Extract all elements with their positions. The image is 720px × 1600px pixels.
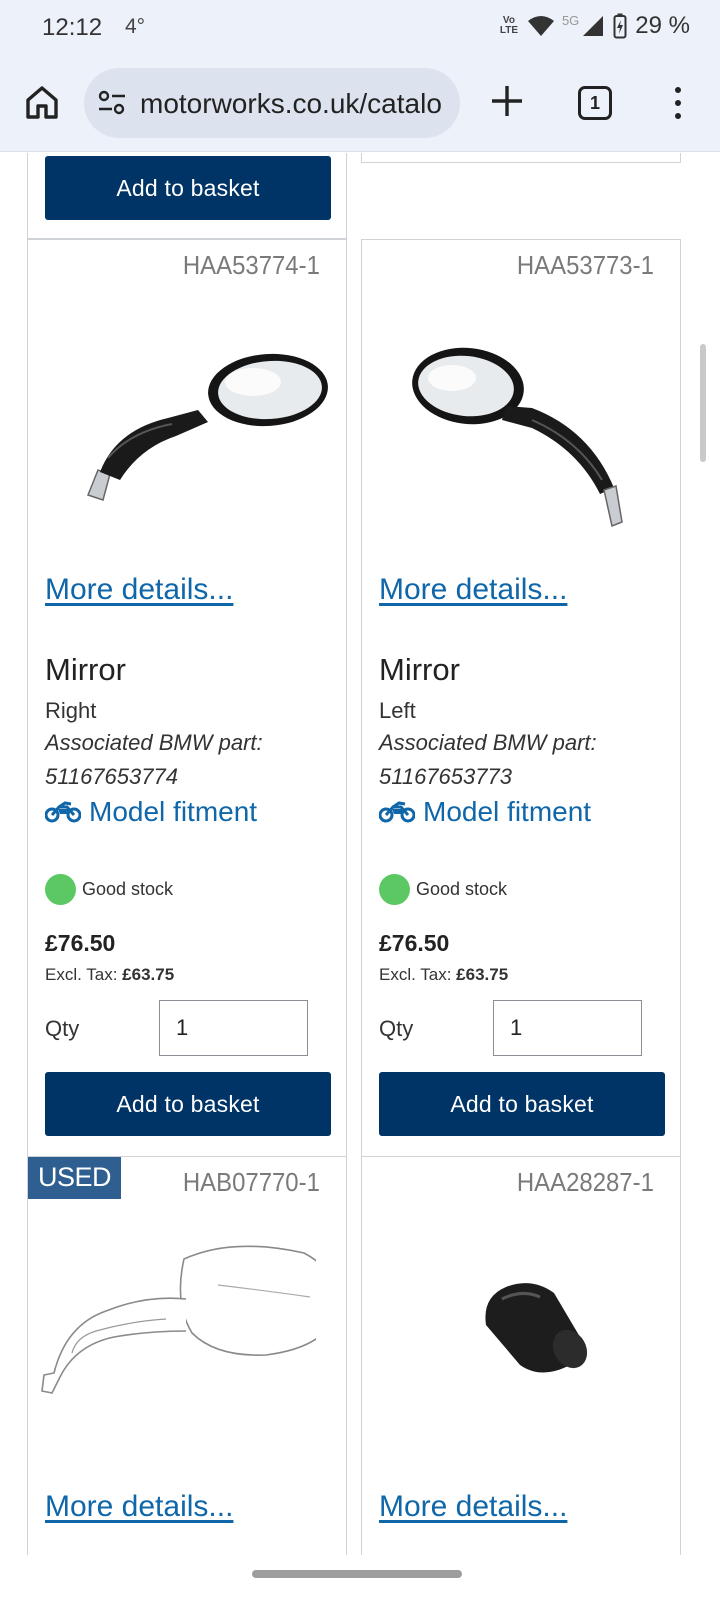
site-settings-icon[interactable]	[98, 90, 126, 116]
product-price: £76.50	[45, 930, 116, 956]
battery-percent: 29 %	[635, 12, 690, 39]
battery-icon	[613, 13, 627, 39]
stock-label: Good stock	[416, 879, 508, 899]
price-excl-tax: Excl. Tax: £63.75	[379, 965, 508, 985]
product-image-mirror-right[interactable]	[48, 290, 328, 530]
5g-label: 5G	[561, 12, 580, 28]
browser-toolbar: motorworks.co.uk/catalo 1	[0, 56, 720, 152]
excl-tax-value: £63.75	[122, 965, 175, 984]
product-image-mirror-left[interactable]	[382, 290, 662, 530]
more-details-link[interactable]: More details...	[379, 573, 567, 607]
product-grid: Add to basket HAA53774-1 More details...…	[0, 153, 720, 1555]
used-badge: USED	[28, 1157, 122, 1199]
associated-part: Associated BMW part: 51167653773	[379, 726, 597, 794]
more-details-link[interactable]: More details...	[45, 573, 233, 607]
status-icons: Vo LTE 5G 29 %	[498, 12, 690, 40]
associated-part-label: Associated BMW part:	[379, 730, 597, 755]
product-image-rubber-cap[interactable]	[382, 1207, 662, 1447]
signal-icon	[583, 16, 604, 36]
product-sku: HAA53774-1	[183, 250, 320, 280]
stock-indicator-icon	[45, 874, 76, 905]
qty-label: Qty	[379, 1016, 414, 1041]
home-gesture-handle[interactable]	[252, 1570, 462, 1578]
excl-tax-label: Excl. Tax:	[379, 965, 452, 984]
product-price: £76.50	[379, 930, 450, 956]
product-sku: HAA28287-1	[517, 1167, 654, 1197]
stock-status: Good stock	[45, 874, 173, 905]
product-image-mirror-sketch[interactable]	[36, 1207, 316, 1447]
quantity-input[interactable]: 1	[493, 1000, 642, 1056]
quantity-input[interactable]: 1	[159, 1000, 308, 1056]
model-fitment-label: Model fitment	[89, 796, 258, 827]
model-fitment-link[interactable]: Model fitment	[379, 796, 591, 828]
model-fitment-label: Model fitment	[423, 796, 592, 827]
product-title: Mirror	[45, 652, 126, 687]
associated-part-number: 51167653774	[45, 764, 178, 789]
product-card: HAA53774-1 More details... Mirror Right …	[27, 239, 347, 1157]
stock-label: Good stock	[82, 879, 174, 899]
status-bar: 12:12 4° Vo LTE 5G 29 %	[0, 0, 720, 56]
motorcycle-icon	[379, 801, 415, 823]
excl-tax-label: Excl. Tax:	[45, 965, 118, 984]
associated-part-label: Associated BMW part:	[45, 730, 263, 755]
stock-status: Good stock	[379, 874, 507, 905]
associated-part: Associated BMW part: 51167653774	[45, 726, 263, 794]
product-variant: Left	[379, 698, 416, 723]
qty-label: Qty	[45, 1016, 80, 1041]
wifi-icon	[527, 16, 554, 36]
product-title: Mirror	[379, 652, 460, 687]
add-to-basket-button[interactable]: Add to basket	[45, 156, 331, 220]
associated-part-number: 51167653773	[379, 764, 512, 789]
volte-bottom: LTE	[499, 25, 519, 36]
overflow-menu-icon[interactable]	[668, 84, 688, 124]
system-navigation-bar	[0, 1555, 720, 1600]
product-sku: HAA53773-1	[517, 250, 654, 280]
product-card-partial-right	[361, 153, 681, 163]
more-details-link[interactable]: More details...	[45, 1490, 233, 1524]
add-to-basket-button[interactable]: Add to basket	[45, 1072, 331, 1136]
new-tab-icon[interactable]	[488, 82, 526, 120]
product-card-partial-left: Add to basket	[27, 153, 347, 239]
tab-switcher-button[interactable]: 1	[578, 86, 612, 120]
status-temperature: 4°	[125, 15, 146, 38]
product-variant: Right	[45, 698, 97, 723]
price-excl-tax: Excl. Tax: £63.75	[45, 965, 174, 985]
home-icon[interactable]	[24, 84, 60, 120]
add-to-basket-button[interactable]: Add to basket	[379, 1072, 665, 1136]
product-card: HAA53773-1 More details... Mirror Left A…	[361, 239, 681, 1157]
motorcycle-icon	[45, 801, 81, 823]
product-card: HAA28287-1 More details...	[361, 1156, 681, 1555]
url-text: motorworks.co.uk/catalo	[140, 88, 442, 119]
model-fitment-link[interactable]: Model fitment	[45, 796, 257, 828]
volte-icon: Vo LTE	[498, 16, 520, 36]
stock-indicator-icon	[379, 874, 410, 905]
page-scrollbar[interactable]	[700, 344, 706, 462]
address-bar[interactable]: motorworks.co.uk/catalo	[84, 68, 460, 138]
status-time: 12:12	[42, 14, 103, 41]
excl-tax-value: £63.75	[456, 965, 509, 984]
product-sku: HAB07770-1	[183, 1167, 320, 1197]
more-details-link[interactable]: More details...	[379, 1490, 567, 1524]
product-card: USED HAB07770-1 More details...	[27, 1156, 347, 1555]
